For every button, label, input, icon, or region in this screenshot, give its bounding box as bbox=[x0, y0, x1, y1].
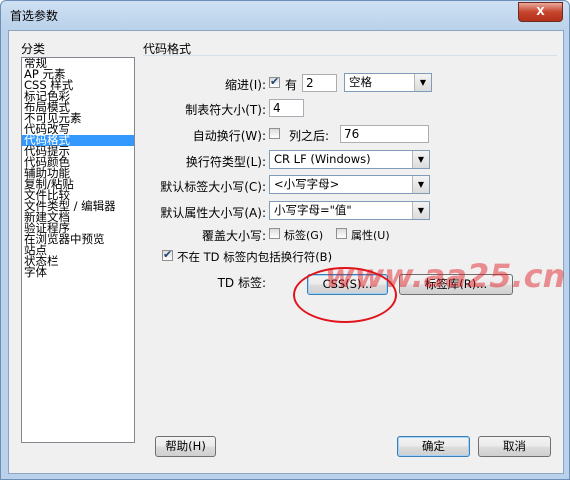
section-divider bbox=[143, 55, 557, 56]
help-button[interactable]: 帮助(H) bbox=[155, 436, 216, 457]
override-case-label: 覆盖大小写: bbox=[201, 229, 266, 243]
line-break-value: CR LF (Windows) bbox=[274, 152, 371, 166]
wrap-label: 自动换行(W): bbox=[192, 129, 266, 143]
indent-checkbox[interactable] bbox=[269, 75, 280, 88]
close-button[interactable]: X bbox=[518, 2, 563, 22]
category-item[interactable]: 字体 bbox=[22, 266, 134, 278]
no-break-td-label: 不在 TD 标签内包括换行符(B) bbox=[177, 250, 333, 264]
chevron-down-icon: ▼ bbox=[412, 202, 429, 219]
override-attrs-label: 属性(U) bbox=[351, 229, 390, 242]
indent-unit-value: 空格 bbox=[349, 75, 372, 89]
indent-label: 缩进(I): bbox=[225, 78, 266, 92]
dialog-body: 分类 常规 AP 元素 CSS 样式 标记色彩 布局模式 不可见元素 代码改写 代码格式 代码提… bbox=[8, 30, 566, 474]
tag-case-select[interactable]: <小写字母> ▼ bbox=[269, 175, 430, 194]
chevron-down-icon: ▼ bbox=[412, 176, 429, 193]
no-break-td-checkbox[interactable] bbox=[162, 248, 173, 261]
override-attrs-checkbox[interactable] bbox=[336, 228, 347, 239]
title-bar[interactable]: 首选参数 X bbox=[1, 1, 569, 29]
categories-heading: 分类 bbox=[21, 42, 46, 56]
preferences-dialog: 首选参数 X 分类 常规 AP 元素 CSS 样式 标记色彩 布局模式 不可见元素 代码改写… bbox=[0, 0, 570, 480]
indent-unit-select[interactable]: 空格 ▼ bbox=[344, 73, 432, 92]
line-break-select[interactable]: CR LF (Windows) ▼ bbox=[269, 150, 430, 169]
watermark-text: www.aa25.cn bbox=[325, 257, 566, 295]
chevron-down-icon: ▼ bbox=[414, 74, 431, 91]
categories-list[interactable]: 常规 AP 元素 CSS 样式 标记色彩 布局模式 不可见元素 代码改写 代码格式 代码提示 代码… bbox=[21, 57, 135, 443]
tag-case-value: <小写字母> bbox=[274, 177, 340, 191]
tab-size-field[interactable]: 4 bbox=[269, 99, 304, 117]
td-tag-label: TD 标签: bbox=[217, 276, 266, 290]
wrap-checkbox[interactable] bbox=[269, 128, 280, 139]
attr-case-label: 默认属性大小写(A): bbox=[160, 206, 266, 220]
indent-size-field[interactable]: 2 bbox=[302, 74, 337, 92]
chevron-down-icon: ▼ bbox=[412, 151, 429, 168]
wrap-column-field[interactable]: 76 bbox=[340, 125, 429, 143]
line-break-label: 换行符类型(L): bbox=[185, 155, 266, 169]
attr-case-select[interactable]: 小写字母="值" ▼ bbox=[269, 201, 430, 220]
override-tags-label: 标签(G) bbox=[284, 229, 324, 242]
window-title: 首选参数 bbox=[10, 9, 59, 23]
tab-size-label: 制表符大小(T): bbox=[185, 103, 266, 117]
ok-button[interactable]: 确定 bbox=[397, 436, 470, 457]
indent-check-label: 有 bbox=[285, 78, 298, 92]
override-tags-checkbox[interactable] bbox=[269, 228, 280, 239]
tag-case-label: 默认标签大小写(C): bbox=[160, 180, 266, 194]
cancel-button[interactable]: 取消 bbox=[478, 436, 551, 457]
wrap-check-label: 列之后: bbox=[289, 129, 330, 143]
attr-case-value: 小写字母="值" bbox=[274, 203, 352, 217]
